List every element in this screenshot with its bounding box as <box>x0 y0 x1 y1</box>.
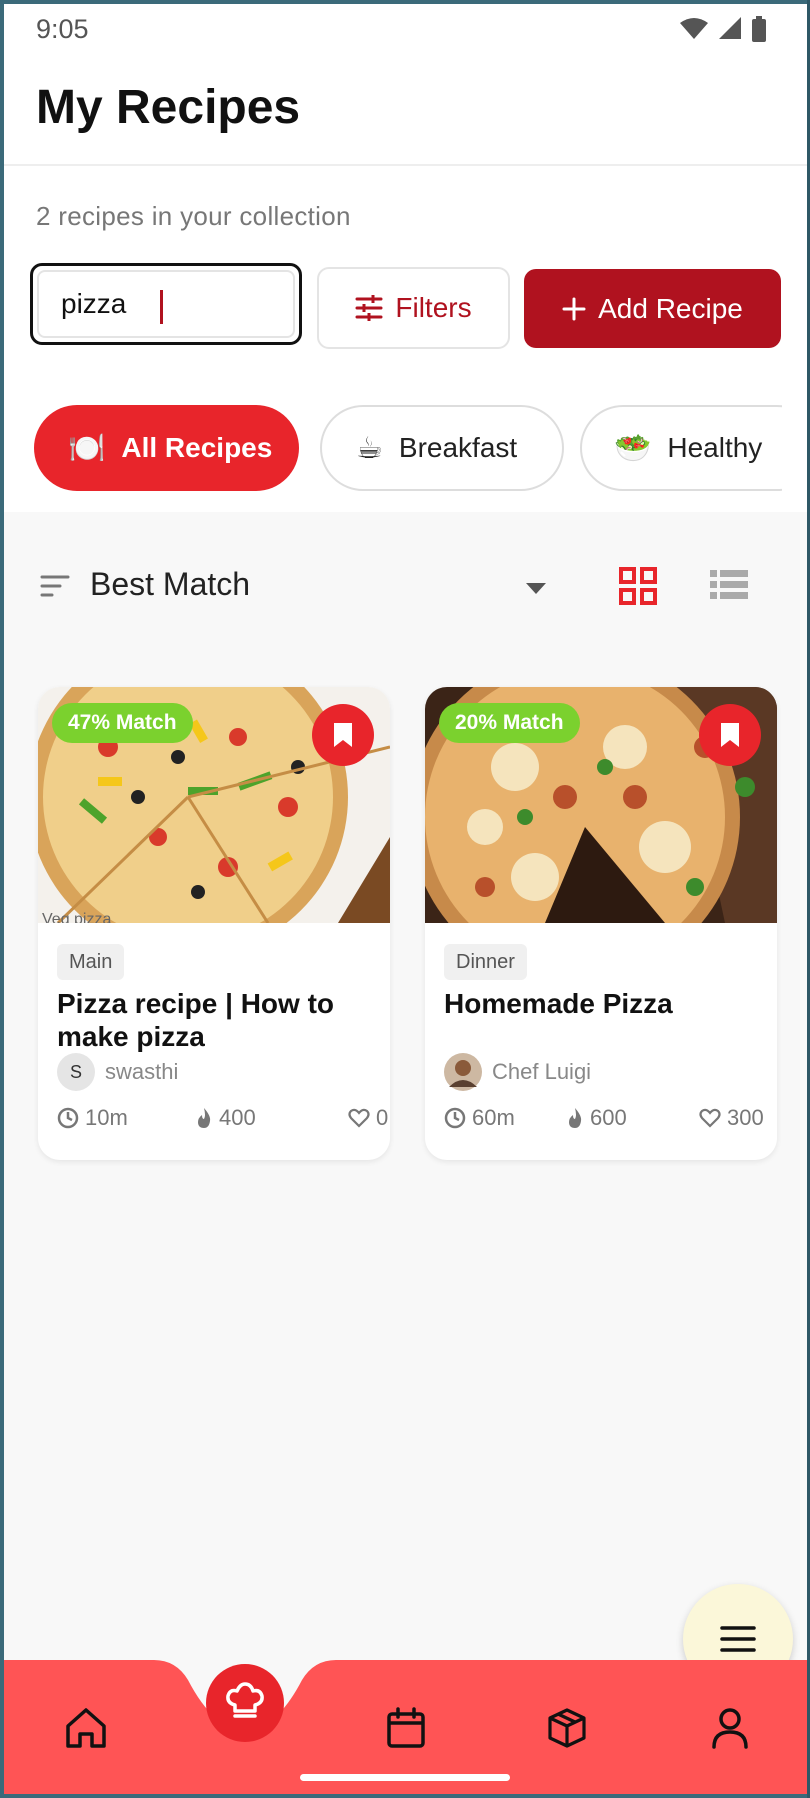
add-recipe-button[interactable]: Add Recipe <box>524 269 781 348</box>
recipe-card[interactable]: Veg pizza 47% Match Main Pizza recipe | … <box>38 687 390 1160</box>
flame-icon <box>569 1108 582 1128</box>
stat-likes: 0 <box>348 1105 388 1131</box>
home-icon <box>66 1708 106 1748</box>
recipe-author: Chef Luigi <box>444 1053 591 1091</box>
image-caption: Veg pizza <box>42 911 112 923</box>
nav-calendar[interactable] <box>376 1698 436 1758</box>
match-badge: 47% Match <box>52 703 193 743</box>
coffee-icon: ☕ <box>356 431 383 465</box>
filters-label: Filters <box>395 292 472 323</box>
bookmark-icon <box>721 723 739 747</box>
flame-icon <box>198 1108 211 1128</box>
chip-breakfast[interactable]: ☕ Breakfast <box>320 405 564 491</box>
plate-icon: 🍽️ <box>68 431 106 465</box>
recipe-image: 20% Match <box>425 687 777 923</box>
sort-icon <box>40 575 70 597</box>
filters-button[interactable]: Filters <box>317 267 510 349</box>
app-screen: 9:05 My Recipes 2 recipes in your collec… <box>4 4 807 1794</box>
page-title: My Recipes <box>36 81 301 134</box>
profile-icon <box>712 1708 748 1749</box>
category-tag: Main <box>57 944 125 980</box>
status-bar: 9:05 <box>4 4 807 56</box>
grid-view-icon[interactable] <box>618 566 658 606</box>
stat-calories: 600 <box>566 1105 627 1131</box>
home-indicator[interactable] <box>300 1774 510 1781</box>
status-time: 9:05 <box>36 14 89 44</box>
category-chips: 🍽️ All Recipes ☕ Breakfast 🥗 Healthy <box>34 405 782 493</box>
battery-icon <box>752 16 766 42</box>
list-view-icon[interactable] <box>710 568 748 602</box>
chef-hat-icon <box>226 1682 264 1718</box>
search-input[interactable] <box>37 270 295 338</box>
recipe-count-text: 2 recipes in your collection <box>36 201 351 231</box>
chip-all-recipes[interactable]: 🍽️ All Recipes <box>34 405 299 491</box>
box-icon <box>548 1708 586 1748</box>
recipe-stats: 60m 600 300 <box>444 1105 764 1135</box>
recipe-title: Homemade Pizza <box>444 988 673 1019</box>
heart-icon <box>699 1108 721 1128</box>
bookmark-button[interactable] <box>312 704 374 766</box>
chip-label: All Recipes <box>121 432 273 463</box>
chip-healthy[interactable]: 🥗 Healthy <box>580 405 782 491</box>
wifi-icon <box>680 18 708 39</box>
recipe-stats: 10m 400 0 <box>57 1105 388 1135</box>
bookmark-icon <box>334 723 352 747</box>
calendar-icon <box>387 1707 425 1748</box>
chevron-down-icon[interactable] <box>525 582 547 596</box>
category-tag: Dinner <box>444 944 527 980</box>
author-name: swasthi <box>105 1059 179 1084</box>
recipe-card[interactable]: 20% Match Dinner Homemade Pizza Chef Lui… <box>425 687 777 1160</box>
stat-calories: 400 <box>195 1105 256 1131</box>
recipe-image: Veg pizza 47% Match <box>38 687 390 923</box>
sliders-icon <box>355 295 383 321</box>
signal-icon <box>719 17 741 39</box>
author-name: Chef Luigi <box>492 1059 592 1084</box>
salad-icon: 🥗 <box>614 431 652 465</box>
text-caret <box>160 290 163 324</box>
avatar: S <box>57 1053 95 1091</box>
menu-icon <box>720 1626 756 1652</box>
header-divider <box>4 164 807 166</box>
recipe-author: S swasthi <box>57 1053 178 1091</box>
avatar <box>444 1053 482 1091</box>
stat-time: 10m <box>57 1105 128 1131</box>
status-icons <box>679 16 767 42</box>
bookmark-button[interactable] <box>699 704 761 766</box>
nav-profile[interactable] <box>700 1698 760 1758</box>
recipe-title: Pizza recipe | How to make pizza <box>57 988 335 1052</box>
chip-label: Healthy <box>667 432 763 463</box>
sort-row: Best Match <box>4 544 807 630</box>
add-recipe-label: Add Recipe <box>598 292 743 324</box>
plus-icon <box>562 297 586 320</box>
clock-icon <box>57 1107 79 1129</box>
stat-time: 60m <box>444 1105 515 1131</box>
clock-icon <box>444 1107 466 1129</box>
chip-label: Breakfast <box>398 432 518 463</box>
nav-inventory[interactable] <box>537 1698 597 1758</box>
match-badge: 20% Match <box>439 703 580 743</box>
sort-select[interactable]: Best Match <box>90 566 250 603</box>
search-box <box>30 263 302 345</box>
nav-home[interactable] <box>56 1698 116 1758</box>
nav-recipes[interactable] <box>206 1664 284 1742</box>
stat-likes: 300 <box>699 1105 764 1131</box>
heart-icon <box>348 1108 370 1128</box>
